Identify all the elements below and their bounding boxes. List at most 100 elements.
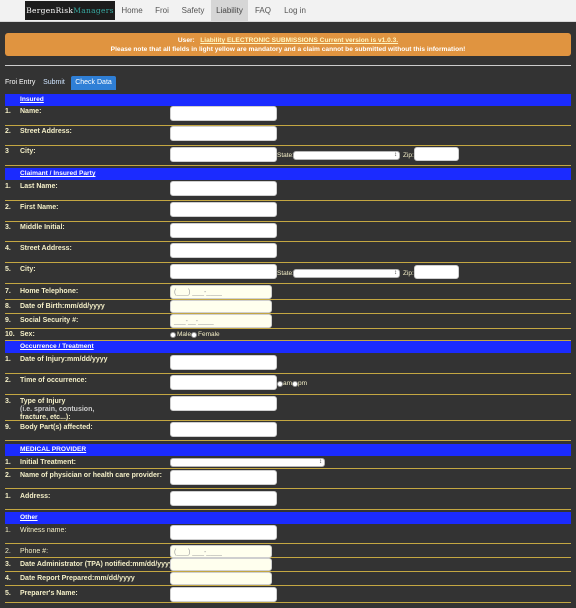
insured-street-input[interactable] — [170, 126, 277, 141]
nav-froi[interactable]: Froi — [150, 0, 174, 21]
row-number: 2. — [5, 548, 11, 555]
insured-zip-input[interactable] — [414, 147, 459, 161]
type-of-injury-row: 3. Type of Injury (i.e. sprain, contusio… — [5, 395, 571, 421]
claimant-street-row: 4. Street Address: — [5, 242, 571, 263]
time-of-occurrence-input[interactable] — [170, 375, 277, 390]
row-number: 5. — [5, 266, 11, 273]
tpa-notified-label: Date Administrator (TPA) notified:mm/dd/… — [20, 561, 173, 568]
phone-label: Phone #: — [20, 548, 49, 555]
claimant-middle-initial-row: 3. Middle Initial: — [5, 222, 571, 242]
insured-city-label: City: — [20, 148, 36, 155]
row-number: 1. — [5, 493, 11, 500]
section-insured: Insured — [5, 94, 571, 106]
row-number: 2. — [5, 377, 11, 384]
witness-input[interactable] — [170, 525, 277, 540]
insured-city-row: 3 City: State: ↕ Zip: — [5, 146, 571, 166]
date-of-injury-label: Date of Injury:mm/dd/yyyy — [20, 356, 108, 363]
claimant-city-input[interactable] — [170, 264, 277, 279]
claimant-last-name-row: 1. Last Name: — [5, 181, 571, 201]
male-radio[interactable] — [170, 332, 176, 338]
type-of-injury-input[interactable] — [170, 396, 277, 411]
divider — [5, 65, 571, 66]
type-of-injury-hint-1: (i.e. sprain, contusion, — [20, 406, 95, 413]
nav-login[interactable]: Log in — [279, 0, 311, 21]
initial-treatment-select[interactable]: ↕ — [170, 458, 325, 467]
time-of-occurrence-label: Time of occurrence: — [20, 377, 87, 384]
banner-user-label: User: — [177, 37, 195, 44]
nav-liability[interactable]: Liability — [211, 0, 248, 21]
row-number: 9. — [5, 424, 11, 431]
claimant-street-input[interactable] — [170, 243, 277, 258]
ssn-label: Social Security #: — [20, 317, 79, 324]
insured-street-row: 2. Street Address: — [5, 126, 571, 146]
brand-text-secondary: Managers — [73, 6, 114, 15]
witness-label: Witness name: — [20, 527, 67, 534]
middle-initial-label: Middle Initial: — [20, 224, 65, 231]
insured-city-input[interactable] — [170, 147, 277, 162]
date-of-birth-input[interactable] — [170, 300, 272, 313]
nav-faq[interactable]: FAQ — [251, 0, 275, 21]
am-label: am — [283, 380, 293, 387]
physician-input[interactable] — [170, 470, 277, 485]
tab-submit[interactable]: Submit — [39, 76, 69, 90]
physician-label: Name of physician or health care provide… — [20, 472, 162, 479]
initial-treatment-label: Initial Treatment: — [20, 459, 77, 466]
middle-initial-input[interactable] — [170, 223, 277, 238]
body-parts-label: Body Part(s) affected: — [20, 424, 93, 431]
section-medical-provider: MEDICAL PROVIDER — [5, 444, 571, 456]
banner-warning: Please note that all fields in light yel… — [110, 46, 466, 53]
claimant-state-select[interactable]: ↕ — [293, 269, 400, 278]
preparer-name-label: Preparer's Name: — [20, 590, 78, 597]
date-of-injury-input[interactable] — [170, 355, 277, 370]
tab-check-data[interactable]: Check Data — [71, 76, 116, 90]
medical-address-row: 1. Address: — [5, 489, 571, 510]
report-prepared-input[interactable] — [170, 572, 272, 585]
banner-version-notice: Liability ELECTRONIC SUBMISSIONS Current… — [200, 37, 399, 44]
first-name-input[interactable] — [170, 202, 277, 217]
claimant-zip-input[interactable] — [414, 265, 459, 279]
time-of-occurrence-row: 2. Time of occurrence: am pm — [5, 374, 571, 395]
notice-banner: User: Liability ELECTRONIC SUBMISSIONS C… — [5, 33, 571, 56]
insured-name-input[interactable] — [170, 106, 277, 121]
tpa-notified-input[interactable] — [170, 558, 272, 571]
first-name-label: First Name: — [20, 204, 59, 211]
ssn-input[interactable]: ___-__-____ — [170, 314, 272, 328]
type-of-injury-label: Type of Injury (i.e. sprain, contusion, … — [20, 398, 94, 422]
date-of-injury-row: 1. Date of Injury:mm/dd/yyyy — [5, 353, 571, 374]
chevron-down-icon: ↕ — [319, 459, 322, 465]
nav-safety[interactable]: Safety — [178, 0, 208, 21]
insured-street-label: Street Address: — [20, 128, 72, 135]
claimant-city-label: City: — [20, 266, 36, 273]
last-name-input[interactable] — [170, 181, 277, 196]
initial-treatment-row: 1. Initial Treatment: ↕ — [5, 456, 571, 469]
preparer-name-input[interactable] — [170, 587, 277, 602]
row-number: 2. — [5, 472, 11, 479]
row-number: 2. — [5, 128, 11, 135]
row-number: 1. — [5, 108, 11, 115]
top-navbar: BergenRiskManagers Home Froi Safety Liab… — [0, 0, 576, 22]
male-label: Male — [177, 331, 192, 338]
row-number: 7. — [5, 288, 11, 295]
nav-home[interactable]: Home — [118, 0, 146, 21]
home-telephone-input[interactable]: (___) ___-____ — [170, 285, 272, 299]
insured-state-select[interactable]: ↕ — [293, 151, 400, 160]
medical-address-input[interactable] — [170, 491, 277, 506]
date-of-birth-row: 8. Date of Birth:mm/dd/yyyy — [5, 300, 571, 314]
row-number: 9. — [5, 317, 11, 324]
tpa-notified-row: 3. Date Administrator (TPA) notified:mm/… — [5, 558, 571, 572]
preparer-name-row: 5. Preparer's Name: — [5, 586, 571, 603]
body-parts-input[interactable] — [170, 422, 277, 437]
ssn-row: 9. Social Security #: ___-__-____ — [5, 314, 571, 329]
last-name-label: Last Name: — [20, 183, 58, 190]
brand-logo[interactable]: BergenRiskManagers — [25, 1, 115, 20]
row-number: 3. — [5, 398, 11, 405]
phone-input[interactable]: (___) ___-____ — [170, 545, 272, 558]
female-radio[interactable] — [191, 332, 197, 338]
report-prepared-label: Date Report Prepared:mm/dd/yyyy — [20, 575, 135, 582]
section-occurrence: Occurrence / Treatment — [5, 341, 571, 353]
chevron-down-icon: ↕ — [394, 270, 397, 276]
brand-text-primary: BergenRisk — [26, 6, 74, 15]
row-number: 5. — [5, 590, 11, 597]
row-number: 3 — [5, 148, 9, 155]
row-number: 1. — [5, 527, 11, 534]
